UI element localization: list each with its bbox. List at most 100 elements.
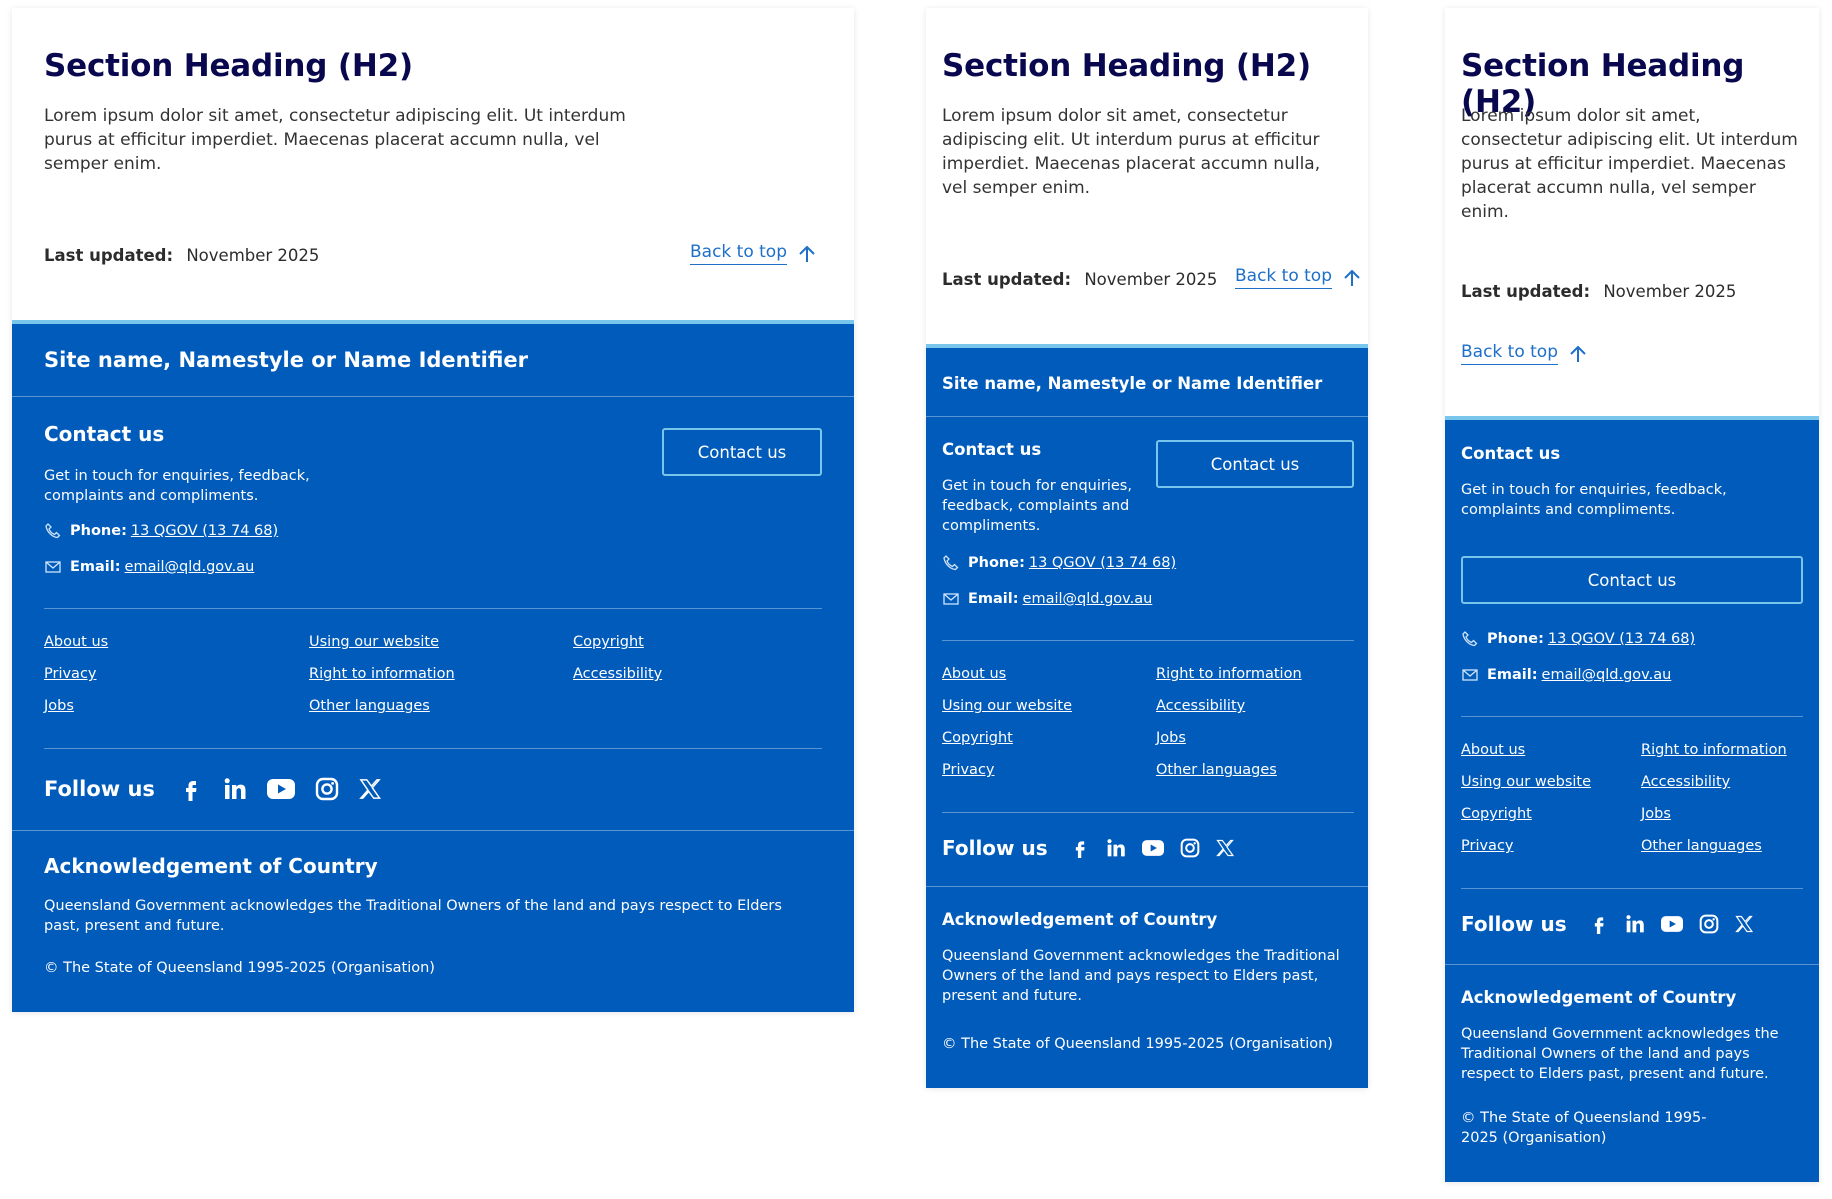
phone-icon: [44, 522, 62, 540]
last-updated: Last updated: November 2025: [1461, 282, 1736, 301]
contact-heading: Contact us: [44, 422, 165, 446]
footer-link-rti[interactable]: Right to information: [1156, 666, 1302, 682]
divider: [942, 812, 1354, 813]
phone-label: Phone:: [968, 555, 1025, 571]
site-footer: Contact us Get in touch for enquiries, f…: [1445, 420, 1819, 1182]
divider: [44, 608, 822, 609]
phone-link[interactable]: 13 QGOV (13 74 68): [131, 523, 278, 539]
instagram-icon[interactable]: [315, 777, 339, 801]
acknowledgement-text: Queensland Government acknowledges the T…: [44, 898, 782, 934]
follow-us: Follow us: [1461, 912, 1753, 936]
footer-link-jobs[interactable]: Jobs: [1641, 806, 1671, 822]
site-name: Site name, Namestyle or Name Identifier: [942, 374, 1323, 393]
email-link[interactable]: email@qld.gov.au: [1542, 667, 1672, 683]
footer-link-accessibility[interactable]: Accessibility: [573, 666, 662, 682]
footer-link-copyright[interactable]: Copyright: [573, 634, 644, 650]
phone-link[interactable]: 13 QGOV (13 74 68): [1029, 555, 1176, 571]
phone-icon: [942, 554, 960, 572]
last-updated: Last updated: November 2025: [942, 270, 1217, 289]
footer-variant-desktop: Section Heading (H2) Lorem ipsum dolor s…: [12, 8, 854, 1012]
footer-link-about[interactable]: About us: [44, 634, 108, 650]
divider: [942, 640, 1354, 641]
facebook-icon[interactable]: [1589, 913, 1609, 935]
contact-text: Get in touch for enquiries, feedback, co…: [1461, 482, 1727, 518]
footer-link-using[interactable]: Using our website: [309, 634, 439, 650]
youtube-icon[interactable]: [1660, 915, 1683, 933]
arrow-up-icon: [797, 244, 817, 264]
phone-line: Phone: 13 QGOV (13 74 68): [44, 522, 278, 540]
email-line: Email: email@qld.gov.au: [942, 590, 1152, 608]
divider: [1445, 964, 1819, 965]
x-icon[interactable]: [1734, 915, 1753, 933]
acknowledgement-heading: Acknowledgement of Country: [1461, 988, 1737, 1007]
last-updated-label: Last updated:: [1461, 282, 1591, 301]
back-to-top-link[interactable]: Back to top: [690, 242, 817, 265]
footer-link-using[interactable]: Using our website: [942, 698, 1072, 714]
envelope-icon: [942, 590, 960, 608]
footer-link-rti[interactable]: Right to information: [1641, 742, 1787, 758]
back-to-top-link[interactable]: Back to top: [1461, 342, 1588, 365]
footer-link-privacy[interactable]: Privacy: [44, 666, 97, 682]
footer-link-accessibility[interactable]: Accessibility: [1641, 774, 1730, 790]
divider: [44, 748, 822, 749]
divider: [926, 416, 1368, 417]
follow-us: Follow us: [942, 836, 1234, 860]
contact-us-button[interactable]: Contact us: [1461, 556, 1803, 604]
site-footer: Site name, Namestyle or Name Identifier …: [12, 324, 854, 1012]
email-link[interactable]: email@qld.gov.au: [1023, 591, 1153, 607]
footer-link-languages[interactable]: Other languages: [1641, 838, 1762, 854]
facebook-icon[interactable]: [179, 776, 203, 802]
email-label: Email:: [70, 559, 121, 575]
footer-link-jobs[interactable]: Jobs: [44, 698, 74, 714]
email-label: Email:: [968, 591, 1019, 607]
divider: [12, 396, 854, 397]
contact-text: Get in touch for enquiries, feedback, co…: [44, 468, 310, 504]
email-link[interactable]: email@qld.gov.au: [125, 559, 255, 575]
footer-link-languages[interactable]: Other languages: [309, 698, 430, 714]
x-icon[interactable]: [1215, 839, 1234, 857]
footer-link-about[interactable]: About us: [1461, 742, 1525, 758]
phone-label: Phone:: [1487, 631, 1544, 647]
youtube-icon[interactable]: [266, 778, 295, 800]
site-footer: Site name, Namestyle or Name Identifier …: [926, 348, 1368, 1088]
footer-link-privacy[interactable]: Privacy: [1461, 838, 1514, 854]
youtube-icon[interactable]: [1141, 839, 1164, 857]
envelope-icon: [1461, 666, 1479, 684]
content-section: Section Heading (H2) Lorem ipsum dolor s…: [926, 8, 1368, 344]
footer-link-copyright[interactable]: Copyright: [1461, 806, 1532, 822]
footer-link-privacy[interactable]: Privacy: [942, 762, 995, 778]
footer-link-languages[interactable]: Other languages: [1156, 762, 1277, 778]
footer-link-rti[interactable]: Right to information: [309, 666, 455, 682]
back-to-top-link[interactable]: Back to top: [1235, 266, 1362, 289]
follow-us: Follow us: [44, 776, 381, 802]
content-section: Section Heading (H2) Lorem ipsum dolor s…: [12, 8, 854, 320]
follow-us-label: Follow us: [44, 777, 155, 801]
lead-paragraph: Lorem ipsum dolor sit amet, consectetur …: [1461, 106, 1798, 222]
footer-link-about[interactable]: About us: [942, 666, 1006, 682]
linkedin-icon[interactable]: [223, 777, 247, 801]
linkedin-icon[interactable]: [1106, 838, 1126, 858]
instagram-icon[interactable]: [1180, 838, 1200, 858]
footer-variant-mobile: Section Heading (H2) Lorem ipsum dolor s…: [1445, 8, 1819, 1182]
envelope-icon: [44, 558, 62, 576]
back-to-top-label: Back to top: [1235, 266, 1333, 289]
x-icon[interactable]: [359, 778, 381, 800]
instagram-icon[interactable]: [1699, 914, 1719, 934]
contact-us-button[interactable]: Contact us: [662, 428, 822, 476]
phone-label: Phone:: [70, 523, 127, 539]
footer-link-copyright[interactable]: Copyright: [942, 730, 1013, 746]
linkedin-icon[interactable]: [1625, 914, 1645, 934]
back-to-top-label: Back to top: [1461, 342, 1559, 365]
lead-paragraph: Lorem ipsum dolor sit amet, consectetur …: [942, 106, 1321, 198]
contact-us-button[interactable]: Contact us: [1156, 440, 1354, 488]
phone-link[interactable]: 13 QGOV (13 74 68): [1548, 631, 1695, 647]
copyright-text: © The State of Queensland 1995-2025 (Org…: [44, 960, 435, 976]
footer-link-jobs[interactable]: Jobs: [1156, 730, 1186, 746]
contact-text: Get in touch for enquiries, feedback, co…: [942, 478, 1132, 534]
back-to-top-label: Back to top: [690, 242, 788, 265]
phone-line: Phone: 13 QGOV (13 74 68): [1461, 630, 1695, 648]
footer-link-accessibility[interactable]: Accessibility: [1156, 698, 1245, 714]
facebook-icon[interactable]: [1070, 837, 1090, 859]
footer-link-using[interactable]: Using our website: [1461, 774, 1591, 790]
last-updated-label: Last updated:: [44, 246, 174, 265]
